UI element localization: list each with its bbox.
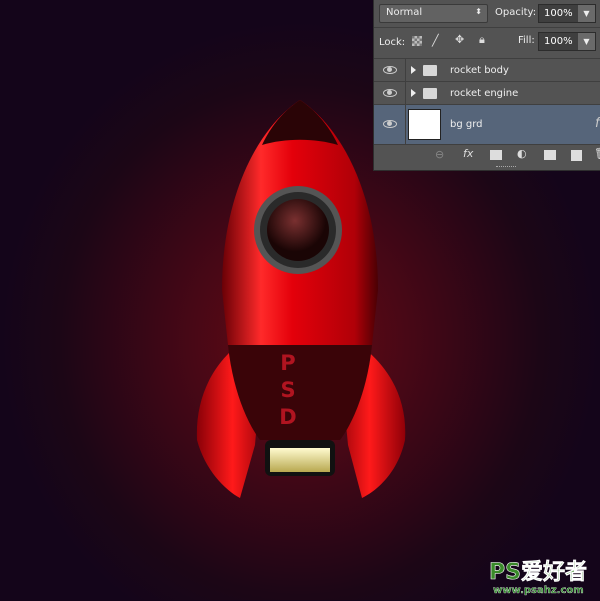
svg-text:www.psahz.com: www.psahz.com xyxy=(493,585,584,596)
lock-icon[interactable]: 🔒︎ xyxy=(479,33,485,47)
eye-icon[interactable] xyxy=(383,66,397,74)
lock-label: Lock: xyxy=(379,37,406,48)
layer-rocket-body[interactable]: rocket body xyxy=(374,58,600,81)
layer-name: bg grd xyxy=(450,119,483,130)
porthole-glass xyxy=(267,199,329,261)
eye-icon[interactable] xyxy=(383,120,397,128)
rocket-label: PSD xyxy=(276,350,300,432)
watermark-logo: PS爱好者www.psahz.com xyxy=(489,559,588,596)
fill-field[interactable]: 100% ▼ xyxy=(538,32,596,51)
opacity-value: 100% xyxy=(544,8,573,19)
watermark: PS爱好者 www.psahz.com xyxy=(487,557,597,597)
opacity-field[interactable]: 100% ▼ xyxy=(538,4,596,23)
move-icon[interactable]: ✥ xyxy=(455,33,464,46)
blend-mode-value: Normal xyxy=(386,7,423,18)
folder-icon[interactable] xyxy=(544,150,556,160)
fx-indicator[interactable]: f xyxy=(595,116,600,131)
chevron-down-icon[interactable]: ▼ xyxy=(578,5,595,22)
fill-label: Fill: xyxy=(518,35,535,46)
folder-icon xyxy=(423,88,437,99)
link-icon[interactable]: ⊖ xyxy=(435,148,444,161)
trash-icon[interactable]: 🗑︎ xyxy=(594,147,600,160)
layer-bg-grd[interactable]: bg grd f xyxy=(374,104,600,144)
fill-value: 100% xyxy=(544,36,573,47)
resize-grip[interactable] xyxy=(496,166,516,168)
opacity-label: Opacity: xyxy=(495,7,537,18)
chevron-down-icon[interactable]: ▼ xyxy=(578,33,595,50)
layer-thumbnail xyxy=(408,109,441,140)
adjustment-icon[interactable]: ◐ xyxy=(517,147,527,160)
fx-icon[interactable]: fx xyxy=(463,147,473,160)
lock-transparent-icon[interactable] xyxy=(412,36,422,46)
updown-icon: ⬍ xyxy=(475,7,482,16)
expand-icon[interactable] xyxy=(411,66,416,74)
mask-icon[interactable] xyxy=(490,150,502,160)
folder-icon xyxy=(423,65,437,76)
layer-name: rocket engine xyxy=(450,88,519,99)
expand-icon[interactable] xyxy=(411,89,416,97)
eye-icon[interactable] xyxy=(383,89,397,97)
blend-mode-select[interactable]: Normal ⬍ xyxy=(379,4,488,23)
layer-name: rocket body xyxy=(450,65,509,76)
layer-rocket-engine[interactable]: rocket engine xyxy=(374,81,600,104)
rocket-nose xyxy=(262,100,338,145)
layers-panel: Normal ⬍ Opacity: 100% ▼ Lock: ╱ ✥ 🔒︎ Fill… xyxy=(373,0,600,171)
brush-icon[interactable]: ╱ xyxy=(432,34,439,47)
svg-text:PS爱好者: PS爱好者 xyxy=(489,559,587,585)
new-layer-icon[interactable] xyxy=(571,150,582,161)
engine-glow xyxy=(270,448,330,472)
